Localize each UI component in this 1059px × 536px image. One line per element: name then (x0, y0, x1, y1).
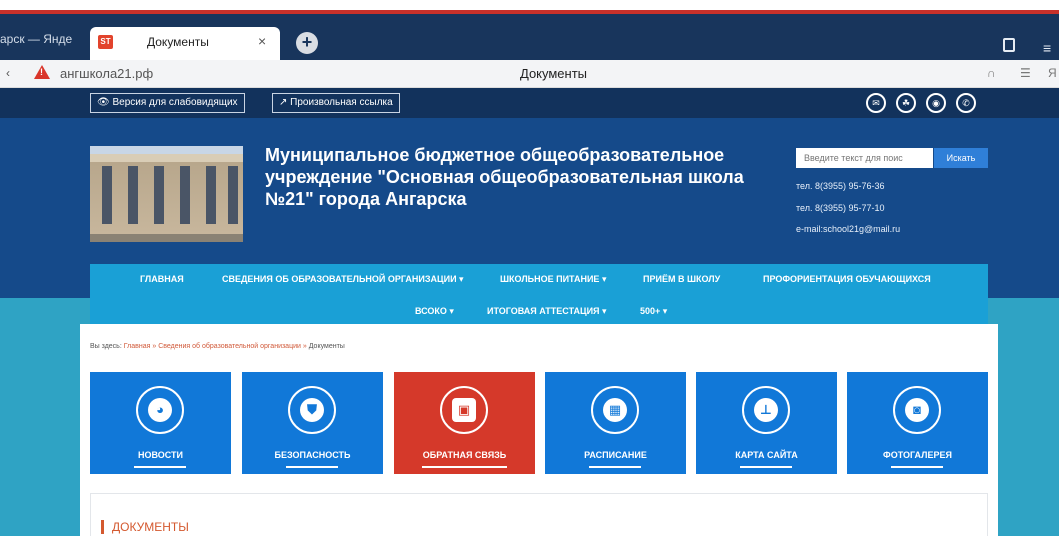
utility-bar: 👁 Версия для слабовидящих ↗ Произвольная… (0, 88, 1059, 118)
nav-item-vsoko[interactable]: ВСОКО ▾ (415, 306, 454, 317)
breadcrumb-prefix: Вы здесь: (90, 343, 122, 350)
photo-window (102, 166, 112, 224)
new-tab-button[interactable]: + (296, 32, 318, 54)
org-title: Муниципальное бюджетное общеобразователь… (265, 145, 744, 209)
breadcrumb-home-link[interactable]: Главная (124, 343, 151, 350)
address-bar: ‹ ! ангшкола21.рф Документы ∩ ☰ Я (0, 60, 1059, 88)
nav-item-500plus[interactable]: 500+ ▾ (640, 306, 667, 317)
address-page-title: Документы (520, 66, 588, 81)
photo-window (128, 166, 138, 224)
breadcrumb-separator: » (302, 343, 307, 350)
back-icon[interactable]: ‹ (6, 66, 10, 80)
photo-icon: ◙ (905, 398, 929, 422)
mail-icon[interactable]: ✉ (866, 93, 886, 113)
browser-tab-active[interactable]: ST Документы × (90, 27, 280, 60)
school-photo (90, 146, 243, 242)
browser-tab-bar: арск — Янде ST Документы × + ≡ (0, 14, 1059, 60)
photo-window (154, 166, 164, 224)
card-label: РАСПИСАНИЕ (584, 450, 647, 460)
nav-item-admission[interactable]: ПРИЁМ В ШКОЛУ (643, 274, 720, 284)
card-icon-ring: ▦ (591, 386, 639, 434)
phone-icon[interactable]: ✆ (956, 93, 976, 113)
card-icon-ring: ⊥ (742, 386, 790, 434)
documents-heading: ДОКУМЕНТЫ (101, 520, 189, 534)
card-icon-ring: ▣ (440, 386, 488, 434)
card-label: ФОТОГАЛЕРЕЯ (883, 450, 952, 460)
photo-window (180, 166, 190, 224)
photo-window (206, 166, 216, 224)
card-label: БЕЗОПАСНОСТЬ (274, 450, 351, 460)
breadcrumb-current: Документы (308, 343, 345, 350)
headphones-icon[interactable]: ∩ (987, 66, 996, 80)
reader-mode-icon[interactable]: ☰ (1020, 66, 1031, 80)
sitemap-icon: ⊥ (754, 398, 778, 422)
card-security[interactable]: ⛊ БЕЗОПАСНОСТЬ (242, 372, 383, 474)
warning-glyph: ! (40, 67, 43, 77)
breadcrumb-separator: » (152, 343, 157, 350)
contact-phone-1: тел. 8(3955) 95-76-36 (796, 181, 885, 191)
content-area: Вы здесь: Главная » Сведения об образова… (80, 324, 998, 536)
card-underline (891, 466, 943, 468)
tab-close-icon[interactable]: × (258, 33, 266, 49)
breadcrumb: Вы здесь: Главная » Сведения об образова… (90, 343, 345, 350)
card-underline (589, 466, 641, 468)
nav-item-school-food[interactable]: ШКОЛЬНОЕ ПИТАНИЕ ▾ (500, 274, 606, 285)
contact-email[interactable]: e-mail:school21g@mail.ru (796, 224, 900, 234)
group-icon[interactable]: ☘ (896, 93, 916, 113)
rss-icon[interactable]: ◉ (926, 93, 946, 113)
documents-section: ДОКУМЕНТЫ (90, 493, 988, 536)
nav-item-org-info[interactable]: СВЕДЕНИЯ ОБ ОБРАЗОВАТЕЛЬНОЙ ОРГАНИЗАЦИИ … (222, 274, 464, 285)
search-input[interactable] (796, 148, 933, 168)
search-button[interactable]: Искать (934, 148, 988, 168)
card-underline (286, 466, 338, 468)
security-warning-icon[interactable]: ! (34, 65, 50, 79)
contact-phone-2: тел. 8(3955) 95-77-10 (796, 203, 885, 213)
card-icon-ring: ◕ (136, 386, 184, 434)
card-label: ОБРАТНАЯ СВЯЗЬ (422, 450, 507, 460)
nav-item-career-guidance[interactable]: ПРОФОРИЕНТАЦИЯ ОБУЧАЮЩИХСЯ (763, 274, 931, 284)
card-underline (134, 466, 186, 468)
nav-item-home[interactable]: ГЛАВНАЯ (140, 274, 184, 284)
card-underline (740, 466, 792, 468)
card-label: КАРТА САЙТА (735, 450, 798, 460)
tab-title: Документы (147, 35, 209, 49)
website: 👁 Версия для слабовидящих ↗ Произвольная… (0, 88, 1059, 536)
breadcrumb-section-link[interactable]: Сведения об образовательной организации (158, 343, 301, 350)
window-tabs-icon[interactable] (1003, 38, 1015, 52)
custom-link-button[interactable]: ↗ Произвольная ссылка (272, 93, 400, 113)
card-underline (422, 466, 507, 468)
card-sitemap[interactable]: ⊥ КАРТА САЙТА (696, 372, 837, 474)
low-vision-button[interactable]: 👁 Версия для слабовидящих (90, 93, 245, 113)
browser-tab-previous[interactable]: арск — Янде (0, 28, 72, 50)
card-schedule[interactable]: ▦ РАСПИСАНИЕ (545, 372, 686, 474)
url-field[interactable]: ангшкола21.рф (60, 66, 153, 81)
card-news[interactable]: ◕ НОВОСТИ (90, 372, 231, 474)
yandex-icon[interactable]: Я (1048, 66, 1057, 80)
tab-favicon-icon: ST (98, 35, 113, 49)
main-nav: ГЛАВНАЯ СВЕДЕНИЯ ОБ ОБРАЗОВАТЕЛЬНОЙ ОРГА… (90, 264, 988, 324)
card-feedback[interactable]: ▣ ОБРАТНАЯ СВЯЗЬ (394, 372, 535, 474)
card-photo-gallery[interactable]: ◙ ФОТОГАЛЕРЕЯ (847, 372, 988, 474)
photo-roof (90, 154, 243, 162)
photo-window (228, 166, 238, 224)
globe-icon: ◕ (148, 398, 172, 422)
browser-menu-icon[interactable]: ≡ (1043, 40, 1051, 56)
card-label: НОВОСТИ (137, 450, 184, 460)
calendar-icon: ▦ (603, 398, 627, 422)
shield-icon: ⛊ (300, 398, 324, 422)
card-icon-ring: ⛊ (288, 386, 336, 434)
card-icon-ring: ◙ (893, 386, 941, 434)
contact-book-icon: ▣ (452, 398, 476, 422)
nav-item-final-attestation[interactable]: ИТОГОВАЯ АТТЕСТАЦИЯ ▾ (487, 306, 607, 317)
